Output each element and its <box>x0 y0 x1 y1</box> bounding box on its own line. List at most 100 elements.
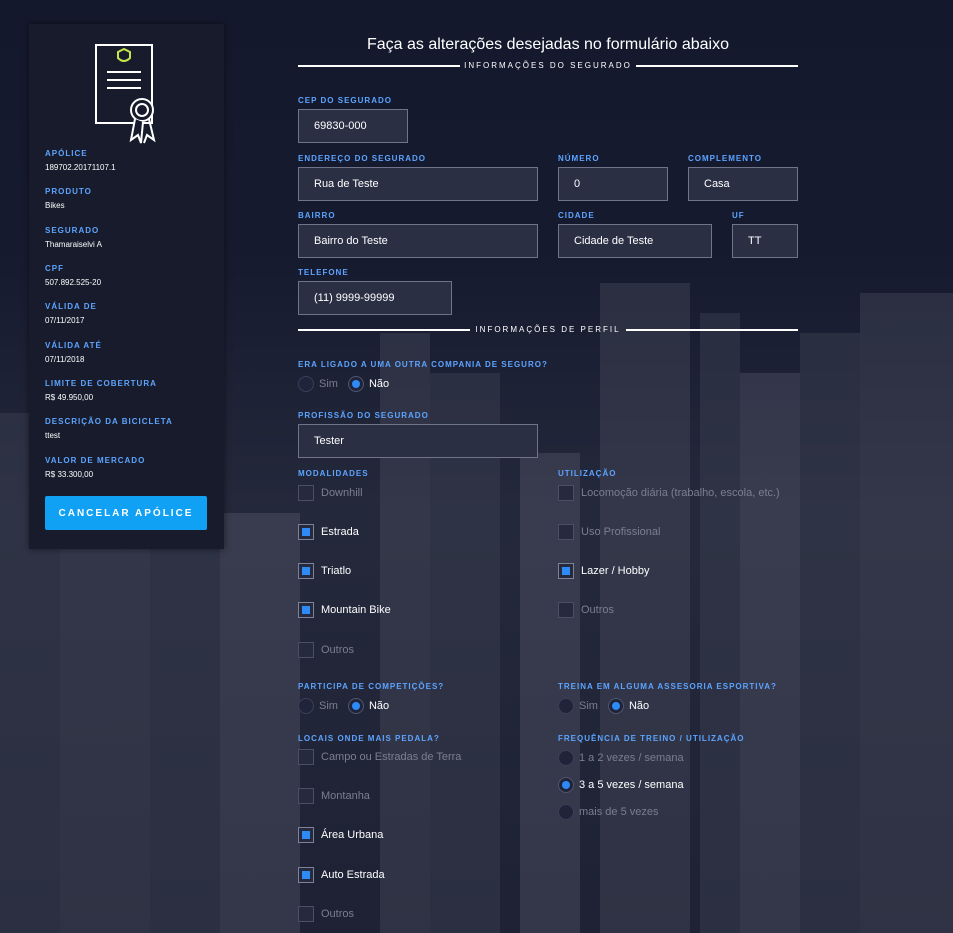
neighborhood-input[interactable]: Bairro do Teste <box>298 224 538 258</box>
assessoria-label: TREINA EM ALGUMA ASSESORIA ESPORTIVA? <box>558 682 777 691</box>
radio-no-label: Não <box>368 378 390 390</box>
modalidade-downhill[interactable]: Downhill <box>298 485 363 501</box>
checkbox-label: Mountain Bike <box>321 604 391 616</box>
radio-no[interactable] <box>607 698 624 714</box>
checkbox[interactable] <box>558 485 574 501</box>
utilizacao-label: UTILIZAÇÃO <box>558 469 617 478</box>
competitions-radio-group: Sim Não <box>298 698 389 714</box>
section-profile-divider: INFORMAÇÕES DE PERFIL <box>298 325 798 335</box>
checkbox-label: Lazer / Hobby <box>581 565 650 577</box>
local-area-urbana[interactable]: Área Urbana <box>298 827 383 843</box>
sidebar-field-segurado: SEGURADO Thamaraiselvi A <box>45 226 102 249</box>
address-input[interactable]: Rua de Teste <box>298 167 538 201</box>
checkbox-label: Campo ou Estradas de Terra <box>321 751 462 763</box>
profession-input[interactable]: Tester <box>298 424 538 458</box>
field-value: R$ 49.950,00 <box>45 393 94 402</box>
checkbox-label: Locomoção diária (trabalho, escola, etc.… <box>581 487 780 499</box>
frequency-3-5[interactable]: 3 a 5 vezes / semana <box>558 777 684 793</box>
field-label: VÁLIDA ATÉ <box>45 341 102 350</box>
modalidade-outros[interactable]: Outros <box>298 642 354 658</box>
checkbox-label: Downhill <box>321 487 363 499</box>
radio-no[interactable] <box>347 698 364 714</box>
checkbox-label: Outros <box>321 908 355 920</box>
phone-input[interactable]: (11) 9999-99999 <box>298 281 452 315</box>
checkbox[interactable] <box>298 563 314 579</box>
other-company-label: ERA LIGADO A UMA OUTRA COMPANIA DE SEGUR… <box>298 360 548 369</box>
radio-no-label: Não <box>628 700 650 712</box>
field-label: LIMITE DE COBERTURA <box>45 379 157 388</box>
modalidade-mountain-bike[interactable]: Mountain Bike <box>298 602 391 618</box>
modalidade-triatlo[interactable]: Triatlo <box>298 563 351 579</box>
checkbox[interactable] <box>558 563 574 579</box>
radio[interactable] <box>558 750 574 766</box>
field-value: 07/11/2017 <box>45 316 85 325</box>
locais-label: LOCAIS ONDE MAIS PEDALA? <box>298 734 440 743</box>
field-label: DESCRIÇÃO DA BICICLETA <box>45 417 173 426</box>
number-input[interactable]: 0 <box>558 167 668 201</box>
cep-input[interactable]: 69830-000 <box>298 109 408 143</box>
checkbox[interactable] <box>298 602 314 618</box>
sidebar-field-valor-mercado: VALOR DE MERCADO R$ 33.300,00 <box>45 456 145 479</box>
complement-input[interactable]: Casa <box>688 167 798 201</box>
cancel-policy-button[interactable]: CANCELAR APÓLICE <box>45 496 207 530</box>
section-insured-divider: INFORMAÇÕES DO SEGURADO <box>298 61 798 71</box>
radio-yes[interactable] <box>558 698 574 714</box>
sidebar-field-valida-de: VÁLIDA DE 07/11/2017 <box>45 302 97 325</box>
radio[interactable] <box>558 804 574 820</box>
checkbox-label: Outros <box>321 644 355 656</box>
page-title: Faça as alterações desejadas no formulár… <box>367 36 729 53</box>
checkbox[interactable] <box>298 906 314 922</box>
frequency-5-plus[interactable]: mais de 5 vezes <box>558 804 658 820</box>
checkbox-label: Auto Estrada <box>321 869 385 881</box>
edit-form: Faça as alterações desejadas no formulár… <box>298 0 798 933</box>
utilizacao-lazer[interactable]: Lazer / Hobby <box>558 563 649 579</box>
other-company-radio-group: Sim Não <box>298 376 389 392</box>
checkbox[interactable] <box>298 524 314 540</box>
radio[interactable] <box>558 777 574 793</box>
field-label: APÓLICE <box>45 149 88 158</box>
utilizacao-profissional[interactable]: Uso Profissional <box>558 524 660 540</box>
checkbox[interactable] <box>298 642 314 658</box>
field-value: 07/11/2018 <box>45 355 85 364</box>
checkbox-label: Outros <box>581 604 615 616</box>
section-title: INFORMAÇÕES DO SEGURADO <box>464 61 632 70</box>
sidebar-field-produto: PRODUTO Bikes <box>45 187 92 210</box>
checkbox[interactable] <box>298 827 314 843</box>
frequency-1-2[interactable]: 1 a 2 vezes / semana <box>558 750 684 766</box>
field-label: SEGURADO <box>45 226 100 235</box>
complement-label: COMPLEMENTO <box>688 154 762 163</box>
checkbox-label: Montanha <box>321 790 370 802</box>
field-label: VALOR DE MERCADO <box>45 456 146 465</box>
address-label: ENDEREÇO DO SEGURADO <box>298 154 427 163</box>
local-auto-estrada[interactable]: Auto Estrada <box>298 867 385 883</box>
field-value: ttest <box>45 431 61 440</box>
radio-yes[interactable] <box>298 698 314 714</box>
profession-label: PROFISSÃO DO SEGURADO <box>298 411 429 420</box>
radio-no[interactable] <box>347 376 364 392</box>
radio-yes[interactable] <box>298 376 314 392</box>
radio-yes-label: Sim <box>579 700 598 712</box>
section-title: INFORMAÇÕES DE PERFIL <box>475 325 621 334</box>
checkbox[interactable] <box>298 749 314 765</box>
field-value: R$ 33.300,00 <box>45 470 94 479</box>
checkbox[interactable] <box>558 602 574 618</box>
state-input[interactable]: TT <box>732 224 798 258</box>
checkbox[interactable] <box>298 788 314 804</box>
checkbox[interactable] <box>558 524 574 540</box>
certificate-icon <box>95 44 156 144</box>
local-montanha[interactable]: Montanha <box>298 788 370 804</box>
radio-label: 1 a 2 vezes / semana <box>579 752 684 764</box>
neighborhood-label: BAIRRO <box>298 211 336 220</box>
modalidade-estrada[interactable]: Estrada <box>298 524 359 540</box>
field-value: Thamaraiselvi A <box>45 240 102 249</box>
utilizacao-outros[interactable]: Outros <box>558 602 614 618</box>
checkbox[interactable] <box>298 485 314 501</box>
utilizacao-locomocao[interactable]: Locomoção diária (trabalho, escola, etc.… <box>558 485 780 501</box>
checkbox-label: Área Urbana <box>321 829 384 841</box>
city-input[interactable]: Cidade de Teste <box>558 224 712 258</box>
checkbox-label: Triatlo <box>321 565 352 577</box>
local-campo[interactable]: Campo ou Estradas de Terra <box>298 749 461 765</box>
frequency-label: FREQUÊNCIA DE TREINO / UTILIZAÇÃO <box>558 734 745 743</box>
checkbox[interactable] <box>298 867 314 883</box>
local-outros[interactable]: Outros <box>298 906 354 922</box>
